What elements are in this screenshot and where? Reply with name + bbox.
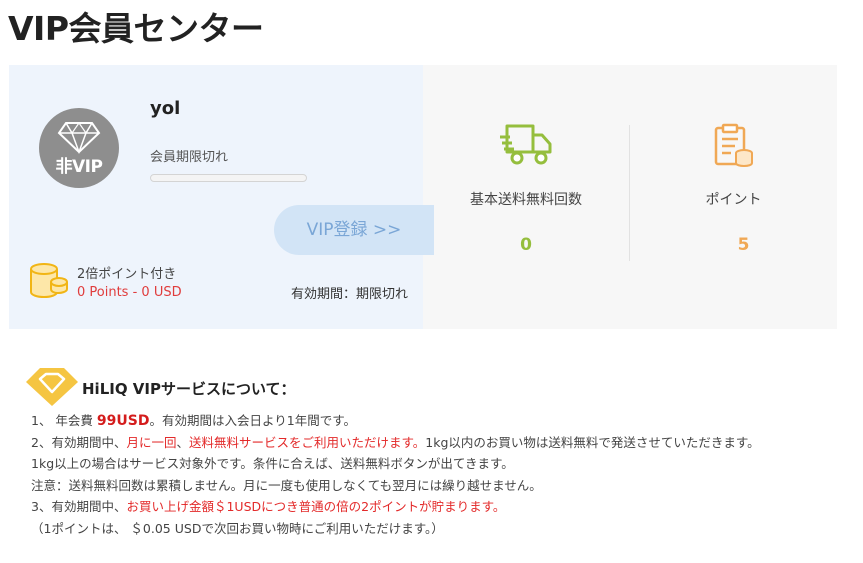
- username: yol: [150, 98, 181, 119]
- coins-icon: [30, 263, 68, 299]
- points-stat: ポイント 5: [630, 65, 837, 329]
- member-profile-panel: 非VIP yol 会員期限切れ VIP登録 >> 2倍ポイント付き 0 Poin…: [9, 65, 434, 329]
- truck-icon: [500, 124, 552, 165]
- membership-progress-bar: [150, 174, 307, 182]
- points-title: 2倍ポイント付き: [77, 267, 177, 282]
- service-section-title: HiLIQ VIPサービスについて：: [82, 380, 296, 398]
- vip-register-button[interactable]: VIP登録 >>: [274, 205, 434, 255]
- note-line-4: 注意：送料無料回数は累積しません。月に一度も使用しなくても翌月には繰り越せません…: [31, 477, 542, 493]
- vip-summary-card: 非VIP yol 会員期限切れ VIP登録 >> 2倍ポイント付き 0 Poin…: [9, 65, 837, 329]
- free-shipping-stat: 基本送料無料回数 0: [423, 65, 629, 329]
- non-vip-badge-avatar: 非VIP: [39, 108, 119, 188]
- free-shipping-label: 基本送料無料回数: [470, 192, 582, 208]
- note-line-6: （1ポイントは、 ＄0.05 USDで次回お買い物時にご利用いただけます。）: [31, 520, 444, 536]
- membership-status: 会員期限切れ: [150, 150, 229, 165]
- page-title: VIP会員センター: [8, 9, 264, 48]
- points-value: 0 Points - 0 USD: [77, 285, 182, 300]
- service-notes: 1、 年会費 99USD。有効期間は入会日より1年間です。 2、有効期間中、月に…: [31, 410, 760, 539]
- clipboard-coins-icon: [714, 123, 753, 168]
- annual-fee: 99USD: [96, 413, 150, 429]
- badge-text: 非VIP: [55, 157, 103, 177]
- note-line-2: 2、有効期間中、月に一回、送料無料サービスをご利用いただけます。1kg以内のお買…: [31, 434, 760, 450]
- validity-period: 有効期間：期限切れ: [290, 287, 408, 302]
- note-line-1: 1、 年会費 99USD。有効期間は入会日より1年間です。: [31, 413, 356, 429]
- points-label: ポイント: [705, 192, 762, 208]
- diamond-badge-icon: [26, 368, 78, 406]
- note-line-3: 1kg以上の場合はサービス対象外です。条件に合えば、送料無料ボタンが出てきます。: [31, 456, 514, 471]
- points-count: 5: [737, 235, 750, 255]
- note-line-5: 3、有効期間中、お買い上げ金額＄1USDにつき普通の倍の2ポイントが貯まります。: [31, 499, 506, 514]
- free-shipping-count: 0: [520, 235, 532, 255]
